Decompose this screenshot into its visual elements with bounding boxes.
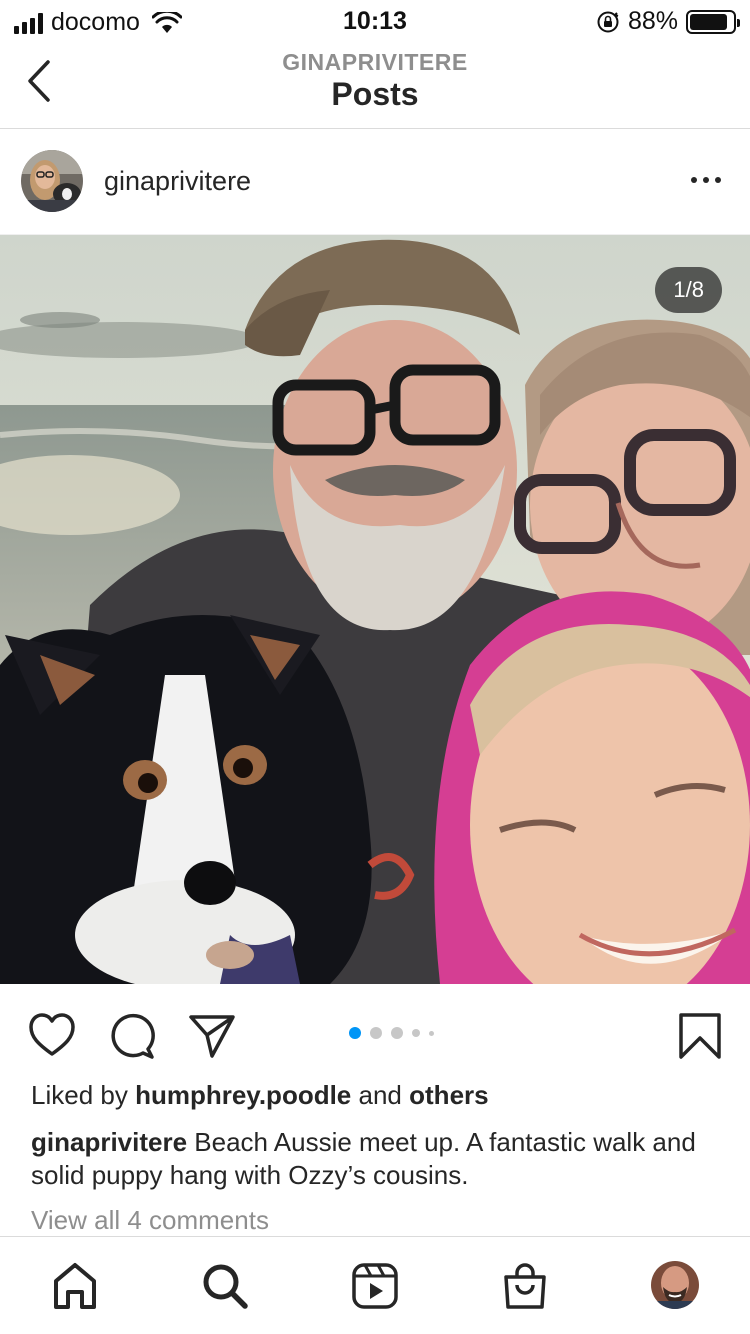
home-icon[interactable] — [50, 1261, 100, 1311]
carousel-dot — [429, 1030, 434, 1036]
header-username: GINAPRIVITERE — [282, 49, 468, 75]
status-right: 88% — [596, 7, 740, 36]
like-button[interactable] — [28, 1012, 76, 1060]
carousel-dot — [412, 1029, 420, 1037]
battery-icon — [686, 9, 740, 34]
reels-icon[interactable] — [350, 1261, 400, 1311]
shop-icon[interactable] — [500, 1261, 550, 1311]
liked-by-and: and — [358, 1080, 402, 1110]
image-counter-badge: 1/8 — [655, 267, 722, 313]
likes-summary: Liked by humphrey.poodle and others — [31, 1080, 489, 1111]
carousel-dot — [391, 1027, 403, 1039]
carousel-dot — [349, 1027, 361, 1039]
bottom-tab-bar — [0, 1236, 750, 1334]
rotation-lock-icon — [597, 11, 619, 32]
bookmark-button[interactable] — [676, 1012, 724, 1060]
page-title: Posts — [331, 76, 419, 112]
more-options-icon[interactable] — [690, 170, 722, 190]
search-icon[interactable] — [200, 1261, 250, 1311]
post-caption: ginaprivitere Beach Aussie meet up. A fa… — [31, 1126, 731, 1192]
post-photo-illustration — [0, 235, 750, 984]
carousel-dot — [370, 1027, 382, 1039]
post-photo[interactable]: 1/8 — [0, 235, 750, 984]
post-author-username[interactable]: ginaprivitere — [104, 166, 251, 197]
battery-fill — [690, 13, 727, 30]
post-actions-bar — [0, 984, 750, 1074]
liked-by-username-link[interactable]: humphrey.poodle — [135, 1080, 351, 1110]
caption-username-link[interactable]: ginaprivitere — [31, 1127, 187, 1157]
status-bar: docomo 10:13 88% — [0, 0, 750, 40]
carousel-dots — [349, 1027, 434, 1039]
liked-by-others-link[interactable]: others — [409, 1080, 488, 1110]
profile-avatar-tab[interactable] — [651, 1261, 699, 1309]
liked-by-prefix: Liked by — [31, 1080, 128, 1110]
nav-header: GINAPRIVITERE Posts — [0, 40, 750, 129]
comment-button[interactable] — [108, 1012, 156, 1060]
view-comments-link[interactable]: View all 4 comments — [31, 1205, 269, 1236]
post-header: ginaprivitere — [0, 130, 750, 235]
post-author-avatar[interactable] — [21, 150, 83, 212]
share-button[interactable] — [188, 1012, 236, 1060]
battery-percent: 88% — [627, 7, 678, 35]
